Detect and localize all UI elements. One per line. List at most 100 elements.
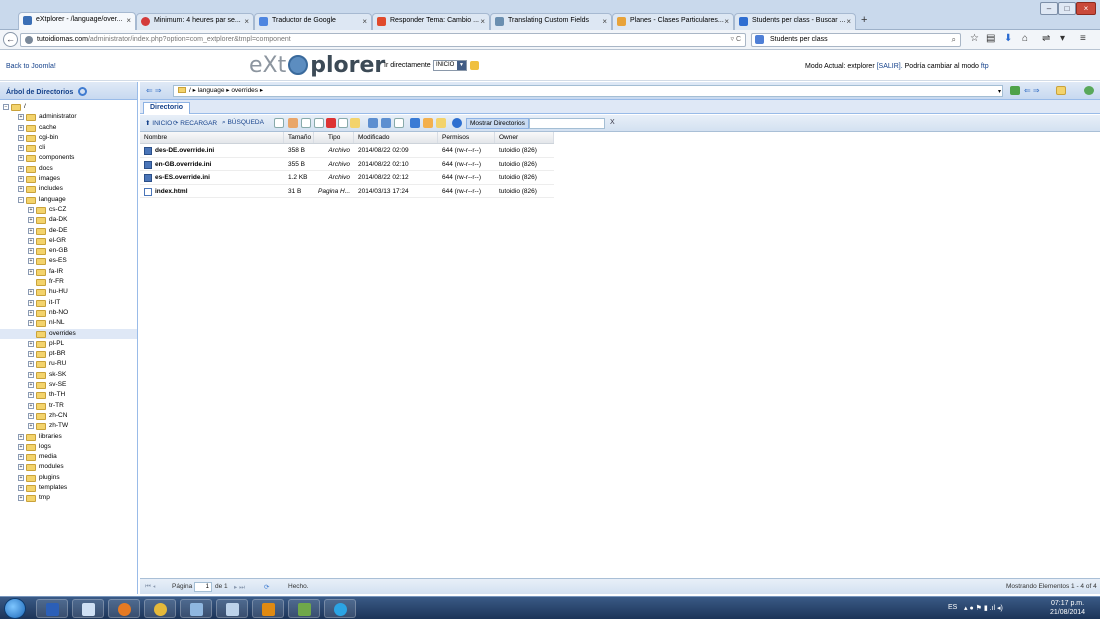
go-icon[interactable] [1010,86,1020,95]
expand-toggle-icon[interactable]: + [18,124,24,131]
tree-item[interactable]: + logs [0,442,137,452]
path-part[interactable]: language [198,87,225,94]
tree-item[interactable]: + includes [0,184,137,194]
expand-toggle-icon[interactable]: + [28,340,34,347]
close-tab-icon[interactable]: × [126,16,131,25]
browser-tab[interactable]: Traductor de Google × [254,13,372,30]
tree-item[interactable]: + fa-IR [0,267,137,277]
tree-item[interactable]: − language [0,195,137,205]
close-window-button[interactable]: × [1076,2,1096,15]
expand-toggle-icon[interactable]: + [18,114,24,121]
edit-icon[interactable] [288,118,298,128]
taskbar-photos[interactable] [180,599,212,618]
table-row[interactable]: en-GB.override.ini 355 B Archivo 2014/08/22… [140,158,554,171]
new-folder-icon[interactable] [436,118,446,128]
refresh-icon[interactable] [1084,86,1094,95]
expand-toggle-icon[interactable]: + [28,392,34,399]
new-tab-button[interactable]: + [861,14,867,26]
address-bar[interactable]: tutoidiomas.com/administrator/index.php?… [20,33,746,47]
expand-toggle-icon[interactable]: + [28,371,34,378]
move-icon[interactable] [314,118,324,128]
tree-item[interactable]: + administrator [0,112,137,122]
chevron-down-icon[interactable]: ▾ [998,87,1001,97]
tree-item[interactable]: overrides [0,328,137,339]
delete-icon[interactable] [326,118,336,128]
expand-toggle-icon[interactable]: + [28,299,34,306]
tree-item[interactable]: + ru-RU [0,359,137,369]
expand-toggle-icon[interactable]: + [18,474,24,481]
copy-icon[interactable] [301,118,311,128]
tree-item[interactable]: + docs [0,164,137,174]
reading-list-icon[interactable]: ▤ [986,33,995,44]
tree-item[interactable]: + pt-BR [0,349,137,359]
path-combo[interactable]: / ▸ language ▸ overrides ▸ ▾ [173,85,1003,97]
tree-item[interactable]: + plugins [0,473,137,483]
path-part[interactable]: overrides [231,87,258,94]
expand-toggle-icon[interactable]: + [28,361,34,368]
expand-toggle-icon[interactable]: + [28,309,34,316]
back-to-joomla-link[interactable]: Back to Joomla! [6,63,56,70]
expand-toggle-icon[interactable]: + [18,155,24,162]
close-tab-icon[interactable]: × [724,17,729,26]
column-header-owner[interactable]: Owner [495,132,554,143]
expand-toggle-icon[interactable]: + [18,186,24,193]
expand-toggle-icon[interactable]: + [18,454,24,461]
tray-icons[interactable]: ▴ ● ⚑ ▮ .ıl ◂) [964,604,1003,612]
tree-item[interactable]: + libraries [0,432,137,442]
tree-item[interactable]: + templates [0,483,137,493]
taskbar-illustrator[interactable] [252,599,284,618]
expand-toggle-icon[interactable]: + [18,433,24,440]
tree-item[interactable]: + zh-TW [0,421,137,431]
expand-toggle-icon[interactable]: + [28,289,34,296]
taskbar-app[interactable] [288,599,320,618]
first-page-icon[interactable]: ⏮ ◂ [145,583,156,591]
taskbar-notepad[interactable] [72,599,104,618]
extract-icon[interactable] [423,118,433,128]
taskbar-firefox[interactable] [108,599,140,618]
home-button[interactable]: ⬆ INICIO [145,119,172,127]
expand-toggle-icon[interactable]: + [28,248,34,255]
tree-item[interactable]: + sk-SK [0,370,137,380]
tree-item[interactable]: + cgi-bin [0,133,137,143]
expand-toggle-icon[interactable]: + [28,382,34,389]
browser-tab[interactable]: Translating Custom Fields × [490,13,612,30]
expand-toggle-icon[interactable]: + [18,165,24,172]
rename-icon[interactable] [338,118,348,128]
column-header-type[interactable]: Tipo [314,132,354,143]
history-arrows-icon[interactable]: ⇐ ⇒ [1024,86,1040,95]
table-row[interactable]: es-ES.override.ini 1.2 KB Archivo 2014/08/2… [140,171,554,185]
next-page-icon[interactable]: ▸ ⏭ [234,583,245,592]
browser-tab[interactable]: eXtplorer - /language/over... × [18,12,136,30]
browser-tab[interactable]: Planes - Clases Particulares... × [612,13,734,30]
logout-link[interactable]: [SALIR]. [877,63,903,70]
tree-item[interactable]: + media [0,452,137,462]
expand-toggle-icon[interactable]: + [28,412,34,419]
expand-toggle-icon[interactable]: + [18,495,24,502]
bookmark-add-icon[interactable] [470,61,479,70]
new-file-icon[interactable] [274,118,284,128]
tree-item[interactable]: + tmp [0,493,137,503]
show-directories-button[interactable]: Mostrar Directorios [466,118,529,129]
reload-icon[interactable]: ▿ C [730,34,741,46]
search-button[interactable]: ⌕ BÚSQUEDA [222,119,264,127]
start-button-icon[interactable] [4,598,26,619]
tree-item[interactable]: + da-DK [0,215,137,225]
tree-item[interactable]: + sv-SE [0,380,137,390]
expand-toggle-icon[interactable]: + [28,206,34,213]
tree-item[interactable]: + de-DE [0,226,137,236]
column-header-name[interactable]: Nombre [140,132,284,143]
expand-toggle-icon[interactable]: + [28,268,34,275]
expand-toggle-icon[interactable]: + [28,423,34,430]
expand-toggle-icon[interactable]: + [28,402,34,409]
dropdown-icon[interactable]: ▾ [1060,33,1065,44]
tree-root[interactable]: − / [0,102,137,112]
close-tab-icon[interactable]: × [362,17,367,26]
collapse-toggle-icon[interactable]: − [18,196,24,203]
reload-button[interactable]: ⟳ RECARGAR [173,119,217,127]
tree-item[interactable]: + cs-CZ [0,205,137,215]
tree-item[interactable]: + zh-CN [0,411,137,421]
expand-toggle-icon[interactable]: + [18,443,24,450]
help-icon[interactable] [452,118,462,128]
table-row[interactable]: index.html 31 B Pagina H... 2014/03/13 17:2… [140,185,554,198]
expand-toggle-icon[interactable]: + [28,237,34,244]
